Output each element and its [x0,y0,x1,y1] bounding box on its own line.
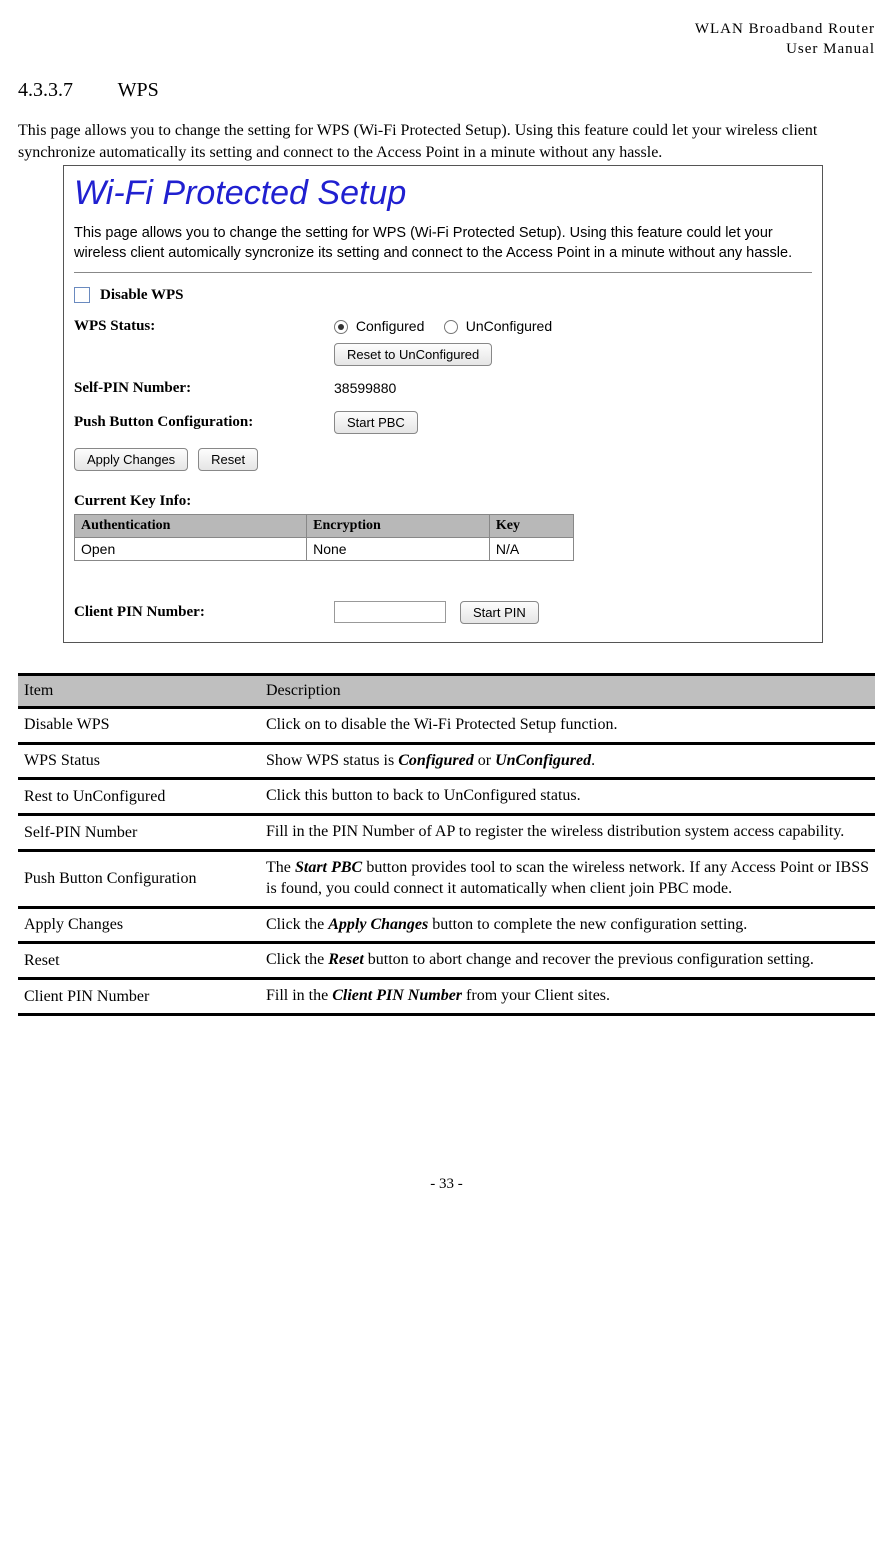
apply-changes-button[interactable]: Apply Changes [74,448,188,471]
divider [74,272,812,273]
item-cell: Client PIN Number [18,979,260,1015]
intro-paragraph: This page allows you to change the setti… [18,120,875,163]
wps-title: Wi-Fi Protected Setup [74,174,812,213]
desc-cell: Click this button to back to UnConfigure… [260,779,875,815]
table-row: Rest to UnConfiguredClick this button to… [18,779,875,815]
key-cell: N/A [489,537,573,560]
start-pbc-button[interactable]: Start PBC [334,411,418,434]
disable-wps-label: Disable WPS [100,287,184,304]
description-table: Item Description Disable WPSClick on to … [18,673,875,1016]
table-row: Push Button ConfigurationThe Start PBC b… [18,850,875,907]
wps-status-label: WPS Status: [74,318,334,335]
table-row: Client PIN NumberFill in the Client PIN … [18,979,875,1015]
item-cell: WPS Status [18,743,260,779]
doc-header: WLAN Broadband Router User Manual [18,20,875,59]
selfpin-row: Self-PIN Number: 38599880 [74,380,812,397]
desc-cell: Fill in the PIN Number of AP to register… [260,815,875,851]
clientpin-row: Client PIN Number: Start PIN [74,601,812,624]
table-row: Disable WPSClick on to disable the Wi-Fi… [18,707,875,743]
doc-header-line2: User Manual [18,40,875,60]
pbc-row: Push Button Configuration: Start PBC [74,411,812,434]
configured-label: Configured [356,318,425,334]
wps-screenshot: Wi-Fi Protected Setup This page allows y… [63,165,823,643]
item-cell: Push Button Configuration [18,850,260,907]
item-header: Item [18,674,260,707]
table-row: Open None N/A [75,537,574,560]
wps-status-options: Configured UnConfigured [334,318,552,334]
auth-header: Authentication [75,514,307,537]
disable-wps-row: Disable WPS [74,287,812,304]
doc-header-line1: WLAN Broadband Router [18,20,875,40]
pbc-label: Push Button Configuration: [74,414,334,431]
unconfigured-radio[interactable] [444,320,458,334]
table-row: Self-PIN NumberFill in the PIN Number of… [18,815,875,851]
desc-cell: Show WPS status is Configured or UnConfi… [260,743,875,779]
selfpin-label: Self-PIN Number: [74,380,334,397]
desc-header-row: Item Description [18,674,875,707]
selfpin-value: 38599880 [334,380,396,396]
wps-description: This page allows you to change the setti… [74,223,812,264]
enc-cell: None [307,537,490,560]
clientpin-input[interactable] [334,601,446,623]
unconfigured-label: UnConfigured [466,318,552,334]
item-cell: Rest to UnConfigured [18,779,260,815]
section-title: WPS [118,79,159,101]
keyinfo-label: Current Key Info: [74,493,191,510]
desc-cell: The Start PBC button provides tool to sc… [260,850,875,907]
wps-status-row: WPS Status: Configured UnConfigured [74,318,812,335]
section-number: 4.3.3.7 [18,79,113,102]
start-pin-button[interactable]: Start PIN [460,601,539,624]
desc-header: Description [260,674,875,707]
reset-unconfigured-button[interactable]: Reset to UnConfigured [334,343,492,366]
table-row: WPS StatusShow WPS status is Configured … [18,743,875,779]
item-cell: Reset [18,943,260,979]
clientpin-label: Client PIN Number: [74,604,334,621]
desc-cell: Click the Reset button to abort change a… [260,943,875,979]
disable-wps-checkbox[interactable] [74,287,90,303]
item-cell: Disable WPS [18,707,260,743]
section-heading: 4.3.3.7 WPS [18,79,875,102]
auth-cell: Open [75,537,307,560]
item-cell: Self-PIN Number [18,815,260,851]
apply-reset-row: Apply Changes Reset [74,448,812,471]
enc-header: Encryption [307,514,490,537]
table-row: Apply ChangesClick the Apply Changes but… [18,907,875,943]
desc-cell: Fill in the Client PIN Number from your … [260,979,875,1015]
reset-unconf-row: Reset to UnConfigured [74,343,812,366]
reset-button[interactable]: Reset [198,448,258,471]
key-header: Key [489,514,573,537]
desc-cell: Click on to disable the Wi-Fi Protected … [260,707,875,743]
keyinfo-row: Current Key Info: [74,493,812,510]
key-info-table: Authentication Encryption Key Open None … [74,514,574,561]
page-number: - 33 - [18,1176,875,1193]
item-cell: Apply Changes [18,907,260,943]
configured-radio[interactable] [334,320,348,334]
desc-cell: Click the Apply Changes button to comple… [260,907,875,943]
table-row: ResetClick the Reset button to abort cha… [18,943,875,979]
table-header-row: Authentication Encryption Key [75,514,574,537]
